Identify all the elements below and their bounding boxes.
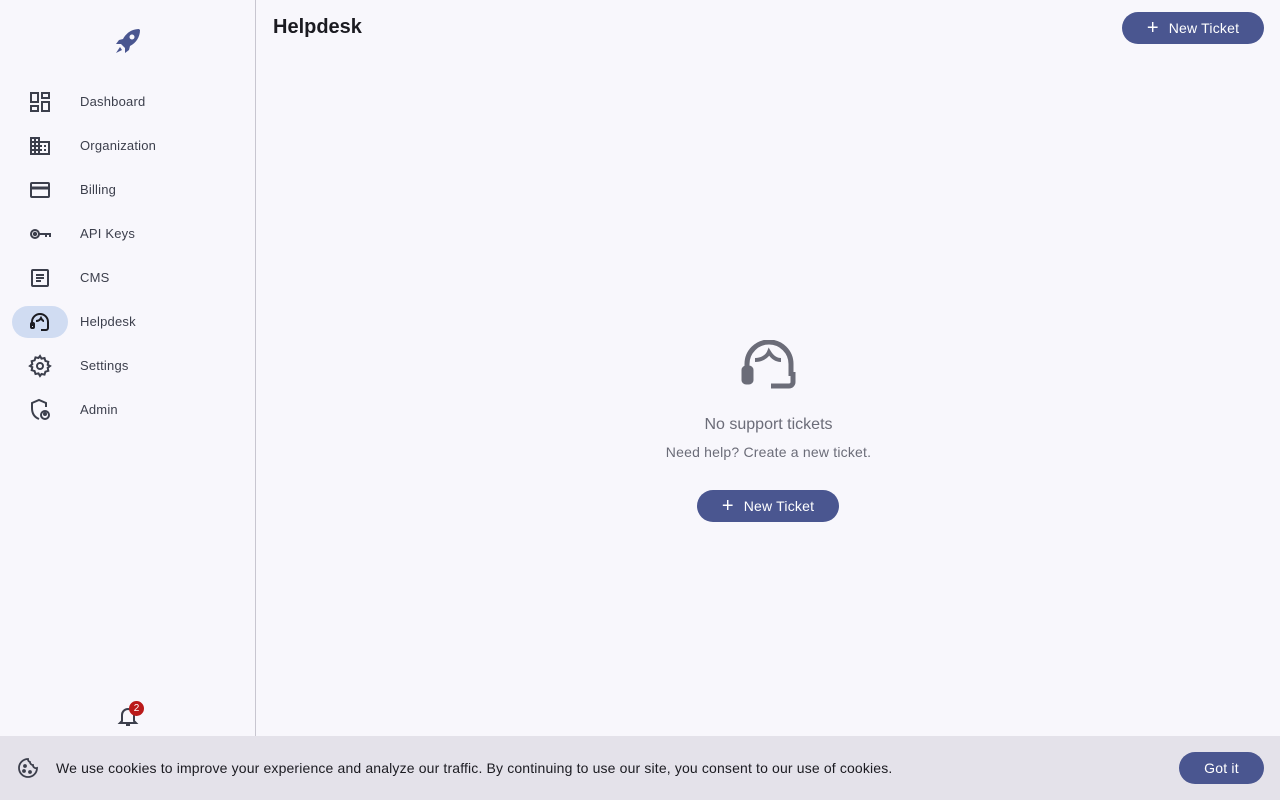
empty-state: No support tickets Need help? Create a n… (257, 340, 1280, 522)
sidebar-item-settings[interactable]: Settings (0, 344, 256, 388)
rocket-icon[interactable] (112, 26, 144, 56)
admin-shield-icon (12, 394, 68, 426)
sidebar-item-cms[interactable]: CMS (0, 256, 256, 300)
plus-icon: + (721, 495, 734, 517)
empty-state-subtitle: Need help? Create a new ticket. (665, 444, 872, 460)
sidebar-item-label: API Keys (80, 226, 136, 241)
new-ticket-button[interactable]: + New Ticket (1122, 12, 1264, 44)
sidebar-item-admin[interactable]: Admin (0, 388, 256, 432)
sidebar-item-billing[interactable]: Billing (0, 168, 256, 212)
sidebar-item-label: Admin (80, 402, 118, 417)
key-icon (12, 218, 68, 250)
sidebar-nav: Dashboard Organization Billing API Keys … (0, 80, 256, 432)
support-agent-icon (12, 306, 68, 338)
plus-icon: + (1146, 17, 1159, 39)
sidebar-item-helpdesk[interactable]: Helpdesk (0, 300, 256, 344)
new-ticket-button-label: New Ticket (743, 498, 815, 514)
sidebar-item-dashboard[interactable]: Dashboard (0, 80, 256, 124)
support-agent-icon (741, 340, 795, 389)
main-content: Helpdesk + New Ticket No support tickets… (257, 0, 1280, 736)
sidebar-item-label: Dashboard (80, 94, 146, 109)
cookie-banner: We use cookies to improve your experienc… (0, 736, 1280, 800)
sidebar: Dashboard Organization Billing API Keys … (0, 0, 256, 736)
sidebar-item-label: Settings (80, 358, 129, 373)
empty-state-title: No support tickets (704, 416, 833, 433)
gear-icon (12, 350, 68, 382)
sidebar-item-label: Helpdesk (80, 314, 136, 329)
article-icon (12, 262, 68, 294)
cookie-icon (18, 758, 38, 778)
new-ticket-empty-button[interactable]: + New Ticket (697, 490, 839, 522)
notification-badge: 2 (129, 701, 144, 716)
sidebar-item-label: CMS (80, 270, 110, 285)
page-title: Helpdesk (273, 16, 362, 38)
sidebar-item-organization[interactable]: Organization (0, 124, 256, 168)
sidebar-item-label: Billing (80, 182, 117, 197)
cookie-accept-button[interactable]: Got it (1179, 752, 1264, 784)
sidebar-item-label: Organization (80, 138, 157, 153)
cookie-banner-text: We use cookies to improve your experienc… (56, 760, 893, 776)
dashboard-icon (12, 86, 68, 118)
building-icon (12, 130, 68, 162)
credit-card-icon (12, 174, 68, 206)
new-ticket-button-label: New Ticket (1168, 20, 1240, 36)
sidebar-item-api-keys[interactable]: API Keys (0, 212, 256, 256)
